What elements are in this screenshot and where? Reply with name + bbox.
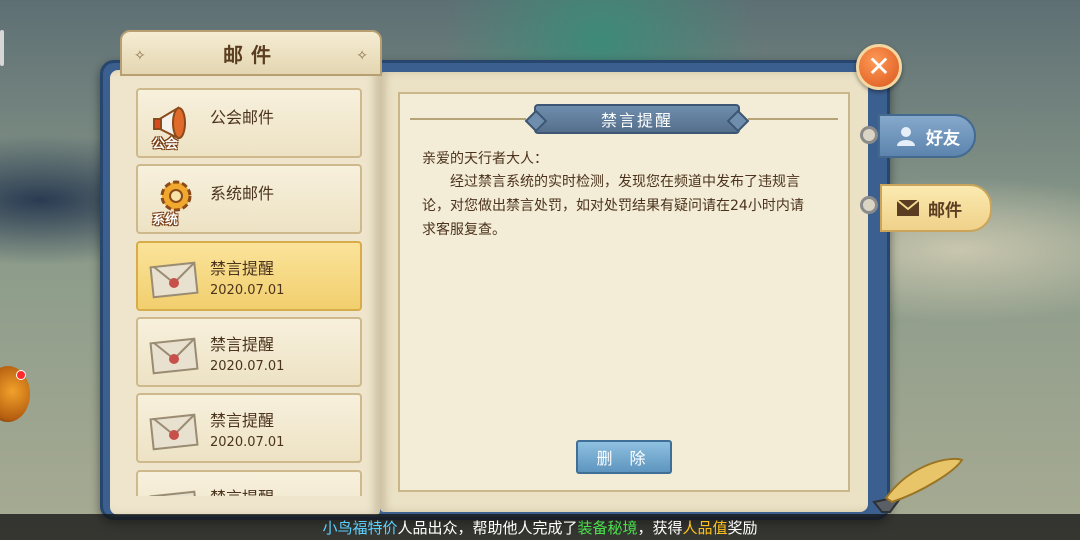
mail-item-title: 禁言提醒	[210, 335, 275, 354]
envelope-icon	[896, 196, 920, 220]
header-tab: ✧ 邮件 ✧	[120, 30, 382, 76]
detail-title: 禁言提醒	[600, 111, 673, 130]
edge-handle	[0, 30, 4, 66]
mail-item-letter[interactable]: 禁言提醒 2020.07.01	[136, 393, 362, 463]
ticker-text: ，获得	[637, 518, 683, 537]
mail-item-letter-partial[interactable]: 禁言提醒	[136, 470, 362, 496]
delete-button[interactable]: 删 除	[576, 440, 672, 474]
mail-item-date: 2020.07.01	[210, 359, 285, 374]
ticker-highlight-reward: 人品值	[682, 518, 728, 537]
icon-tag: 公会	[152, 137, 179, 152]
tab-mail[interactable]: 邮件	[880, 184, 992, 232]
binding-ring	[860, 196, 878, 214]
tab-label: 邮件	[928, 200, 962, 221]
mail-body: 经过禁言系统的实时检测，发现您在频道中发布了违规言论，对您做出禁言处罚，如对处罚…	[422, 174, 804, 238]
mail-item-title: 禁言提醒	[210, 411, 275, 430]
megaphone-icon: 公会	[148, 98, 200, 152]
mail-greeting: 亲爱的天行者大人：	[422, 151, 548, 167]
tab-label: 好友	[926, 128, 960, 149]
mail-item-title: 禁言提醒	[210, 484, 274, 496]
mail-item-date: 2020.07.01	[210, 283, 285, 298]
mail-item-title: 系统邮件	[210, 184, 275, 203]
mail-item-system[interactable]: 系统 系统邮件	[136, 164, 362, 234]
mail-item-date: 2020.07.01	[210, 435, 285, 450]
binding-ring	[860, 126, 878, 144]
ornament-icon: ✧	[356, 48, 368, 64]
mail-detail-panel: 禁言提醒 亲爱的天行者大人： 经过禁言系统的实时检测，发现您在频道中发布了违规言…	[398, 92, 850, 492]
divider	[410, 118, 526, 120]
mail-item-letter-selected[interactable]: 禁言提醒 2020.07.01	[136, 241, 362, 311]
mail-item-title: 公会邮件	[210, 108, 275, 127]
close-button[interactable]: ✕	[856, 44, 902, 90]
ornament-icon: ✧	[134, 48, 146, 64]
notification-dot	[16, 370, 26, 380]
icon-tag: 系统	[152, 213, 179, 228]
ticker-player-name: 小鸟福特价	[322, 518, 398, 537]
mail-item-letter[interactable]: 禁言提醒 2020.07.01	[136, 317, 362, 387]
mail-item-guild[interactable]: 公会 公会邮件	[136, 88, 362, 158]
ticker-highlight-activity: 装备秘境	[577, 518, 638, 537]
envelope-icon	[148, 251, 200, 303]
ticker-text: 人品出众，帮助他人完成了	[397, 518, 578, 537]
ticker-text: 奖励	[727, 518, 758, 537]
person-icon	[894, 124, 918, 148]
envelope-icon	[148, 480, 200, 496]
tab-friends[interactable]: 好友	[878, 114, 976, 158]
envelope-icon	[148, 327, 200, 379]
divider	[748, 118, 838, 120]
gear-icon: 系统	[148, 174, 200, 228]
page-title: 邮件	[223, 42, 279, 67]
mail-list[interactable]: 公会 公会邮件 系统 系统邮件 禁言提醒 2020.07.01 禁言提醒 202…	[136, 88, 362, 496]
envelope-icon	[148, 403, 200, 455]
announcement-ticker: 小鸟福特价 人品出众，帮助他人完成了 装备秘境 ，获得 人品值 奖励	[0, 514, 1080, 540]
close-icon: ✕	[867, 50, 891, 83]
detail-title-banner: 禁言提醒	[534, 104, 740, 134]
mail-item-title: 禁言提醒	[210, 259, 275, 278]
